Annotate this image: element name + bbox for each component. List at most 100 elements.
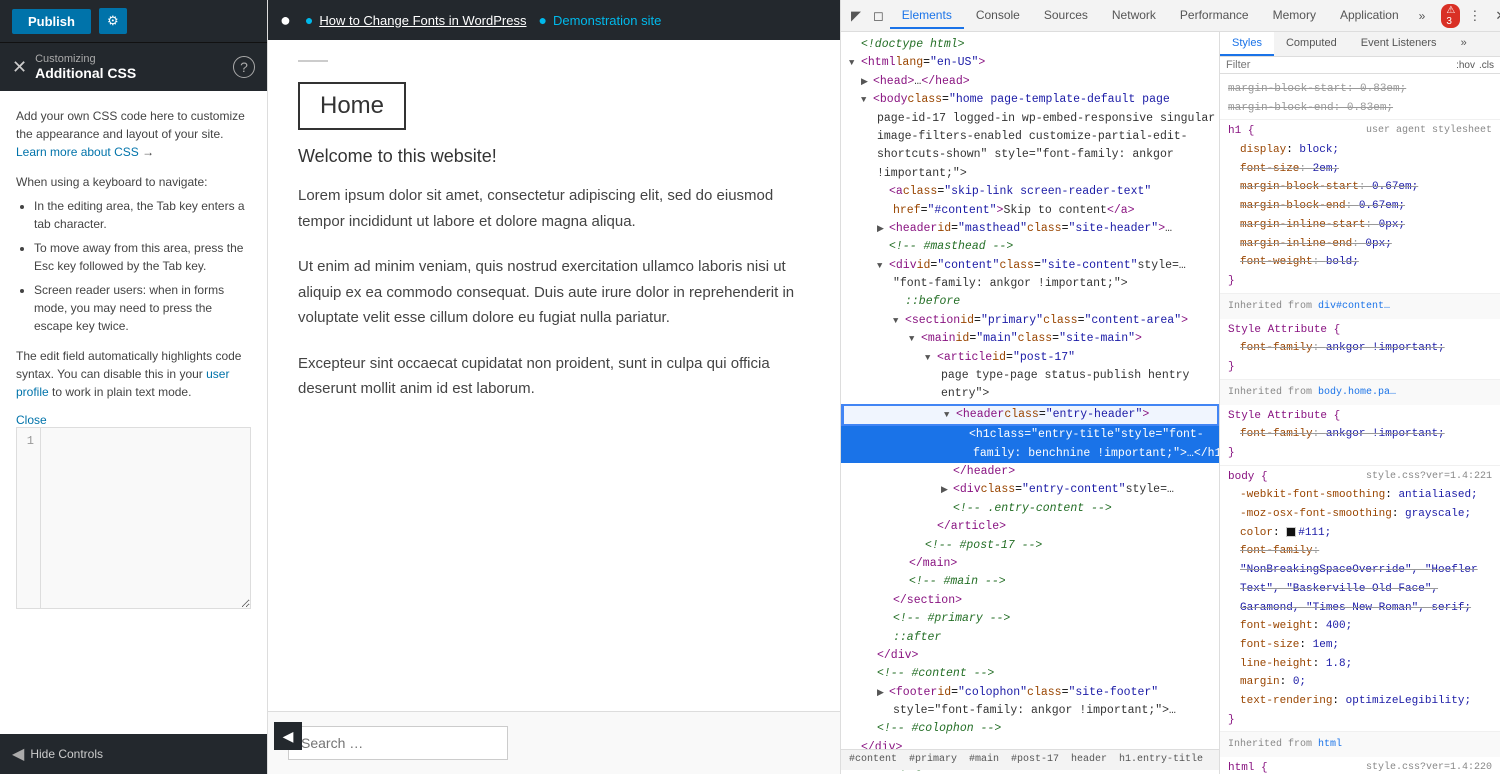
devtools-more-button[interactable]: ⋮	[1462, 4, 1487, 28]
site-body-text-3: Excepteur sint occaecat cupidatat non pr…	[298, 351, 810, 402]
dom-line-selected-cont[interactable]: family: benchnine !important;">…</h1	[841, 445, 1219, 463]
page-title-link[interactable]: How to Change Fonts in WordPress	[319, 13, 526, 28]
dom-line[interactable]: <!-- #primary -->	[841, 610, 1219, 628]
dom-line[interactable]: <!-- .entry-content -->	[841, 500, 1219, 518]
dom-line[interactable]: </main>	[841, 555, 1219, 573]
tab-more[interactable]: »	[1411, 4, 1434, 28]
sidebar: Publish ⚙ ✕ Customizing Additional CSS ?…	[0, 0, 268, 774]
css-editor-textarea[interactable]	[41, 428, 250, 608]
dom-line[interactable]: <div id="content" class="site-content" s…	[841, 257, 1219, 275]
dom-line[interactable]: <main id="main" class="site-main">	[841, 330, 1219, 348]
preview-nav-arrow[interactable]: ◀	[274, 722, 302, 750]
hide-controls-button[interactable]: Hide Controls	[30, 747, 103, 761]
search-input[interactable]	[288, 726, 508, 760]
tab-styles[interactable]: Styles	[1220, 32, 1274, 56]
tab-computed[interactable]: Computed	[1274, 32, 1349, 56]
dom-line[interactable]: </div>	[841, 647, 1219, 665]
sidebar-note: The edit field automatically highlights …	[16, 347, 251, 401]
dom-line[interactable]: href="#content">Skip to content</a>	[841, 202, 1219, 220]
styles-content: margin-block-start: 0.83em; margin-block…	[1220, 74, 1500, 774]
dom-line[interactable]: ::after	[841, 629, 1219, 647]
dom-line[interactable]: <body class="home page-template-default …	[841, 91, 1219, 109]
preview-frame: Home Welcome to this website! Lorem ipsu…	[268, 40, 840, 774]
dom-line[interactable]: ::before	[841, 293, 1219, 311]
devtools-inspect-icon[interactable]: ◤	[845, 4, 867, 28]
dom-line[interactable]: page-id-17 logged-in wp-embed-responsive…	[841, 110, 1219, 128]
styles-filter-bar: :hov .cls	[1220, 57, 1500, 74]
dom-line[interactable]: shortcuts-shown" style="font-family: ank…	[841, 146, 1219, 164]
dom-line[interactable]: <section id="primary" class="content-are…	[841, 312, 1219, 330]
tab-event-listeners[interactable]: Event Listeners	[1349, 32, 1449, 56]
inherited-header-body: Inherited from body.home.pa…	[1220, 380, 1500, 405]
user-profile-link[interactable]: user profile	[16, 367, 229, 399]
publish-bar: Publish ⚙	[0, 0, 267, 43]
publish-button[interactable]: Publish	[12, 9, 91, 34]
site-divider	[298, 60, 328, 62]
dom-line[interactable]: <head>…</head>	[841, 73, 1219, 91]
site-name-link[interactable]: Demonstration site	[553, 13, 661, 28]
sidebar-description: Add your own CSS code here to customize …	[16, 107, 251, 161]
dom-line[interactable]: !important;">	[841, 165, 1219, 183]
inherited-header-html: Inherited from html	[1220, 732, 1500, 757]
preview-frame-wrapper: Home Welcome to this website! Lorem ipsu…	[268, 40, 840, 774]
dom-line[interactable]: image-filters-enabled customize-partial-…	[841, 128, 1219, 146]
dom-line[interactable]: <header id="masthead" class="site-header…	[841, 220, 1219, 238]
learn-css-link[interactable]: Learn more about CSS	[16, 145, 139, 159]
tab-application[interactable]: Application	[1328, 3, 1411, 29]
tab-styles-more[interactable]: »	[1449, 32, 1479, 56]
breadcrumb: ● How to Change Fonts in WordPress ● Dem…	[305, 12, 661, 28]
tab-console[interactable]: Console	[964, 3, 1032, 29]
tab-network[interactable]: Network	[1100, 3, 1168, 29]
dom-line[interactable]: <div class="entry-content" style=…	[841, 481, 1219, 499]
dom-line[interactable]: style="font-family: ankgor !important;">…	[841, 702, 1219, 720]
site-body-text-1: Lorem ipsum dolor sit amet, consectetur …	[298, 183, 810, 234]
dom-line[interactable]: <a class="skip-link screen-reader-text"	[841, 183, 1219, 201]
styles-tabs: Styles Computed Event Listeners »	[1220, 32, 1500, 57]
dom-line[interactable]: <article id="post-17"	[841, 349, 1219, 367]
keyboard-header: When using a keyboard to navigate:	[16, 175, 251, 189]
site-icon: ●	[538, 12, 546, 28]
dom-line[interactable]: </article>	[841, 518, 1219, 536]
devtools-topbar: ◤ ◻ Elements Console Sources Network Per…	[841, 0, 1500, 32]
tab-sources[interactable]: Sources	[1032, 3, 1100, 29]
help-button[interactable]: ?	[233, 56, 255, 78]
dom-line[interactable]: </section>	[841, 592, 1219, 610]
back-button[interactable]: ◀	[12, 744, 24, 764]
dom-line[interactable]: <!-- #masthead -->	[841, 238, 1219, 256]
dom-line[interactable]: page type-page status-publish hentry	[841, 367, 1219, 385]
dom-line[interactable]: <!-- #post-17 -->	[841, 537, 1219, 555]
sidebar-header: ✕ Customizing Additional CSS ?	[0, 43, 267, 91]
dom-line-selected[interactable]: <h1 class="entry-title" style="font-	[841, 426, 1219, 444]
publish-gear-button[interactable]: ⚙	[99, 8, 127, 34]
tab-performance[interactable]: Performance	[1168, 3, 1261, 29]
tab-memory[interactable]: Memory	[1261, 3, 1328, 29]
dom-line[interactable]: "font-family: ankgor !important;">	[841, 275, 1219, 293]
line-numbers: 1	[17, 428, 41, 608]
dom-line[interactable]: <footer id="colophon" class="site-footer…	[841, 684, 1219, 702]
dom-line[interactable]: entry">	[841, 385, 1219, 403]
close-link[interactable]: Close	[16, 413, 47, 427]
styles-panel: Styles Computed Event Listeners » :hov .…	[1220, 32, 1500, 774]
dom-line[interactable]: </header>	[841, 463, 1219, 481]
style-rule-attr2: Style Attribute { font-family: ankgor !i…	[1220, 405, 1500, 466]
devtools-tabs: Elements Console Sources Network Perform…	[890, 3, 1434, 29]
styles-filter-cls[interactable]: .cls	[1479, 60, 1494, 71]
dom-line[interactable]: <!-- #colophon -->	[841, 720, 1219, 738]
keyboard-bullets: In the editing area, the Tab key enters …	[16, 197, 251, 335]
site-body-text-2: Ut enim ad minim veniam, quis nostrud ex…	[298, 254, 810, 331]
preview-topbar: ● ● How to Change Fonts in WordPress ● D…	[268, 0, 840, 40]
devtools-device-icon[interactable]: ◻	[867, 4, 890, 28]
styles-filter-hov[interactable]: :hov	[1456, 60, 1475, 71]
preview-search-bar: ◀	[268, 711, 840, 774]
dom-line[interactable]: <!doctype html>	[841, 36, 1219, 54]
keyboard-bullet-1: In the editing area, the Tab key enters …	[34, 197, 251, 233]
page-icon: ●	[305, 12, 313, 28]
devtools-close-button[interactable]: ✕	[1489, 4, 1500, 28]
dom-line-highlighted[interactable]: <header class="entry-header">	[841, 404, 1219, 426]
dom-line[interactable]: <!-- #content -->	[841, 665, 1219, 683]
tab-elements[interactable]: Elements	[890, 3, 964, 29]
dom-line[interactable]: <!-- #main -->	[841, 573, 1219, 591]
dom-line[interactable]: <html lang="en-US">	[841, 54, 1219, 72]
styles-filter-input[interactable]	[1226, 59, 1452, 71]
sidebar-close-button[interactable]: ✕	[12, 58, 27, 76]
